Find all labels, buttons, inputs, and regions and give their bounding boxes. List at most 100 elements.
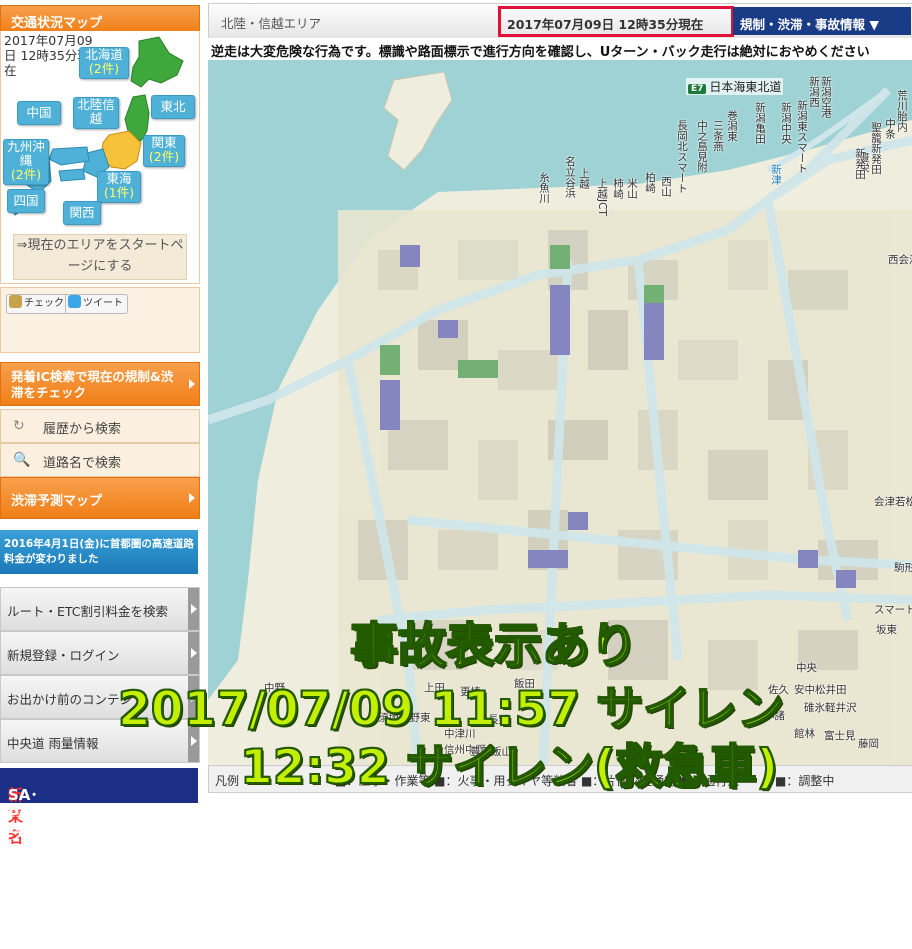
map-place-label: 駒形 <box>894 562 912 574</box>
check-label: チェック <box>24 298 64 309</box>
map-ic-label: 西山 <box>660 176 672 197</box>
map-ic-label: 糸魚川 <box>538 172 550 204</box>
region-button-kansai[interactable]: 関西 <box>63 201 101 225</box>
map-ic-label: 中条 <box>884 118 896 139</box>
set-start-page-link[interactable]: ⇒現在のエリアをスタートページにする <box>13 234 187 280</box>
ic-search-header[interactable]: 発着IC検索で現在の規制&渋滞をチェック <box>0 362 200 406</box>
region-name: 北陸信越 <box>77 97 115 126</box>
region-count: (2件) <box>10 167 42 182</box>
map-place-label: 西会津 <box>888 254 912 266</box>
map-ic-label: 名立谷浜 <box>564 156 576 198</box>
expressway-name: 日本海東北道 <box>709 80 782 94</box>
mixi-check-icon <box>9 295 22 308</box>
map-ic-label: 荒川胎内 <box>896 90 908 132</box>
arrow-right-icon <box>188 588 199 630</box>
region-name: 東北 <box>160 99 186 114</box>
map-ic-label: 新潟西 <box>808 76 820 108</box>
siren-caption-2: 12:32 サイレン(救急車) <box>239 739 779 796</box>
legend-label: 凡例 <box>215 774 240 788</box>
map-place-label: 安中松井田 <box>794 684 847 696</box>
refresh-icon: ↻ <box>13 418 25 434</box>
map-ic-label: 聖籠新発田 <box>870 122 882 175</box>
map-ic-label: 巻潟東 <box>726 110 738 142</box>
map-place-label: 坂東 <box>876 624 897 636</box>
legend-adjusting: ■：調整中 <box>775 774 835 788</box>
area-header: 北陸・信越エリア 2017年07月09日 12時35分現在 規制・渋滞・事故情報… <box>208 3 912 39</box>
info-dropdown-label: 規制・渋滞・事故情報 ▼ <box>740 17 879 32</box>
map-place-label: 富士見 <box>824 730 856 742</box>
map-ic-label: 新潟空港 <box>820 76 832 118</box>
region-count: (1件) <box>103 185 135 200</box>
search-by-road-name-button[interactable]: 🔍 道路名で検索 <box>0 443 200 477</box>
region-name: 四国 <box>13 193 39 208</box>
toll-change-banner[interactable]: 2016年4月1日(金)に首都圏の高速道路料金が変わりました <box>0 530 198 574</box>
arrow-right-icon <box>188 632 199 674</box>
region-button-tokai[interactable]: 東海 (1件) <box>97 171 141 203</box>
region-name: 九州沖縄 <box>7 139 45 168</box>
map-place-label: 館林 <box>794 728 815 740</box>
region-button-kanto[interactable]: 関東 (2件) <box>143 135 185 167</box>
traffic-map-title: 交通状況マップ <box>11 16 103 31</box>
menu-button-label: ルート・ETC割引料金を検索 <box>7 604 169 619</box>
congestion-forecast-button[interactable]: 渋滞予測マップ <box>0 477 200 519</box>
map-place-label: 会津若松 <box>874 496 912 508</box>
region-button-hokkaido[interactable]: 北海道 (2件) <box>79 47 129 79</box>
info-dropdown-button[interactable]: 規制・渋滞・事故情報 ▼ <box>733 7 911 35</box>
map-ic-label: 柏崎 <box>644 172 656 193</box>
region-count: (2件) <box>148 149 180 164</box>
map-ic-label: 長岡北スマート <box>676 120 688 194</box>
expressway-route-badge: E7 <box>688 84 707 94</box>
map-ic-label: 新発田 <box>854 148 866 180</box>
search-by-history-button[interactable]: ↻ 履歴から検索 <box>0 409 200 443</box>
road-search-icon: 🔍 <box>13 452 31 468</box>
traffic-map-header[interactable]: 交通状況マップ <box>0 5 200 33</box>
route-etc-search-button[interactable]: ルート・ETC割引料金を検索 <box>0 587 200 631</box>
map-ic-label: 柿崎 <box>612 178 624 199</box>
search-item-label: 道路名で検索 <box>43 456 122 471</box>
share-panel: チェック ツイート <box>0 287 200 353</box>
arrow-right-icon <box>189 493 195 503</box>
region-name: 関東 <box>151 135 177 150</box>
tweet-button[interactable]: ツイート <box>65 294 128 314</box>
map-place-label: 碓氷軽井沢 <box>804 702 857 714</box>
expressway-label: E7 日本海東北道 <box>686 78 784 95</box>
map-ic-label: 米山 <box>626 178 638 199</box>
region-count: (2件) <box>88 61 120 76</box>
register-login-button[interactable]: 新規登録・ログイン <box>0 631 200 675</box>
region-name: 中国 <box>26 105 52 120</box>
map-ic-label: 新潟東スマート <box>796 100 808 174</box>
map-ic-label: 上越JCT <box>596 178 608 216</box>
region-button-chugoku[interactable]: 中国 <box>17 101 61 125</box>
map-ic-label: 上越 <box>578 168 590 189</box>
accident-caption: 事故表示あり <box>349 617 639 675</box>
ic-search-title: 発着IC検索で現在の規制&渋滞をチェック <box>11 369 174 400</box>
region-name: 北海道 <box>85 47 123 62</box>
map-ic-label: 新津 <box>770 164 782 185</box>
region-name: 関西 <box>69 205 95 220</box>
area-title: 北陸・信越エリア <box>221 16 322 31</box>
twitter-bird-icon <box>68 295 81 308</box>
map-place-label: スマート <box>874 604 912 616</box>
region-name: 東海 <box>106 171 132 186</box>
sapa-live-camera-banner[interactable]: 新東名 SA･PA ライブカメラ <box>0 768 198 948</box>
menu-button-label: 新規登録・ログイン <box>7 648 120 663</box>
region-button-hokuriku-shinetsu[interactable]: 北陸信越 <box>73 97 119 129</box>
map-ic-label: 中之島見附 <box>696 120 708 173</box>
region-button-shikoku[interactable]: 四国 <box>7 189 45 213</box>
map-place-label: 藤岡 <box>858 738 879 750</box>
map-ic-label: 新潟亀田 <box>754 102 766 144</box>
japan-area-map: 2017年07月09日 12時35分現在 北海道 (2件) 東北 中国 北陸信越… <box>0 31 200 284</box>
region-button-tohoku[interactable]: 東北 <box>151 95 195 119</box>
mixi-check-button[interactable]: チェック <box>6 294 69 314</box>
region-button-kyushu-okinawa[interactable]: 九州沖縄 (2件) <box>3 139 49 185</box>
map-ic-label: 三条燕 <box>712 120 724 152</box>
camera-label: SA･PA ライブカメラ <box>8 786 38 948</box>
warning-text: 逆走は大変危険な行為です。標識や路面標示で進行方向を確認し、Uターン・バック走行… <box>211 45 870 60</box>
map-place-label: 中央 <box>796 662 817 674</box>
tweet-label: ツイート <box>83 298 123 309</box>
congestion-forecast-label: 渋滞予測マップ <box>11 494 103 509</box>
map-ic-label: 新潟中央 <box>780 102 792 144</box>
wrong-way-warning-ticker: 逆走は大変危険な行為です。標識や路面標示で進行方向を確認し、Uターン・バック走行… <box>208 38 912 60</box>
current-time: 2017年07月09日 12時35分現在 <box>507 17 704 32</box>
arrow-right-icon <box>189 379 195 389</box>
